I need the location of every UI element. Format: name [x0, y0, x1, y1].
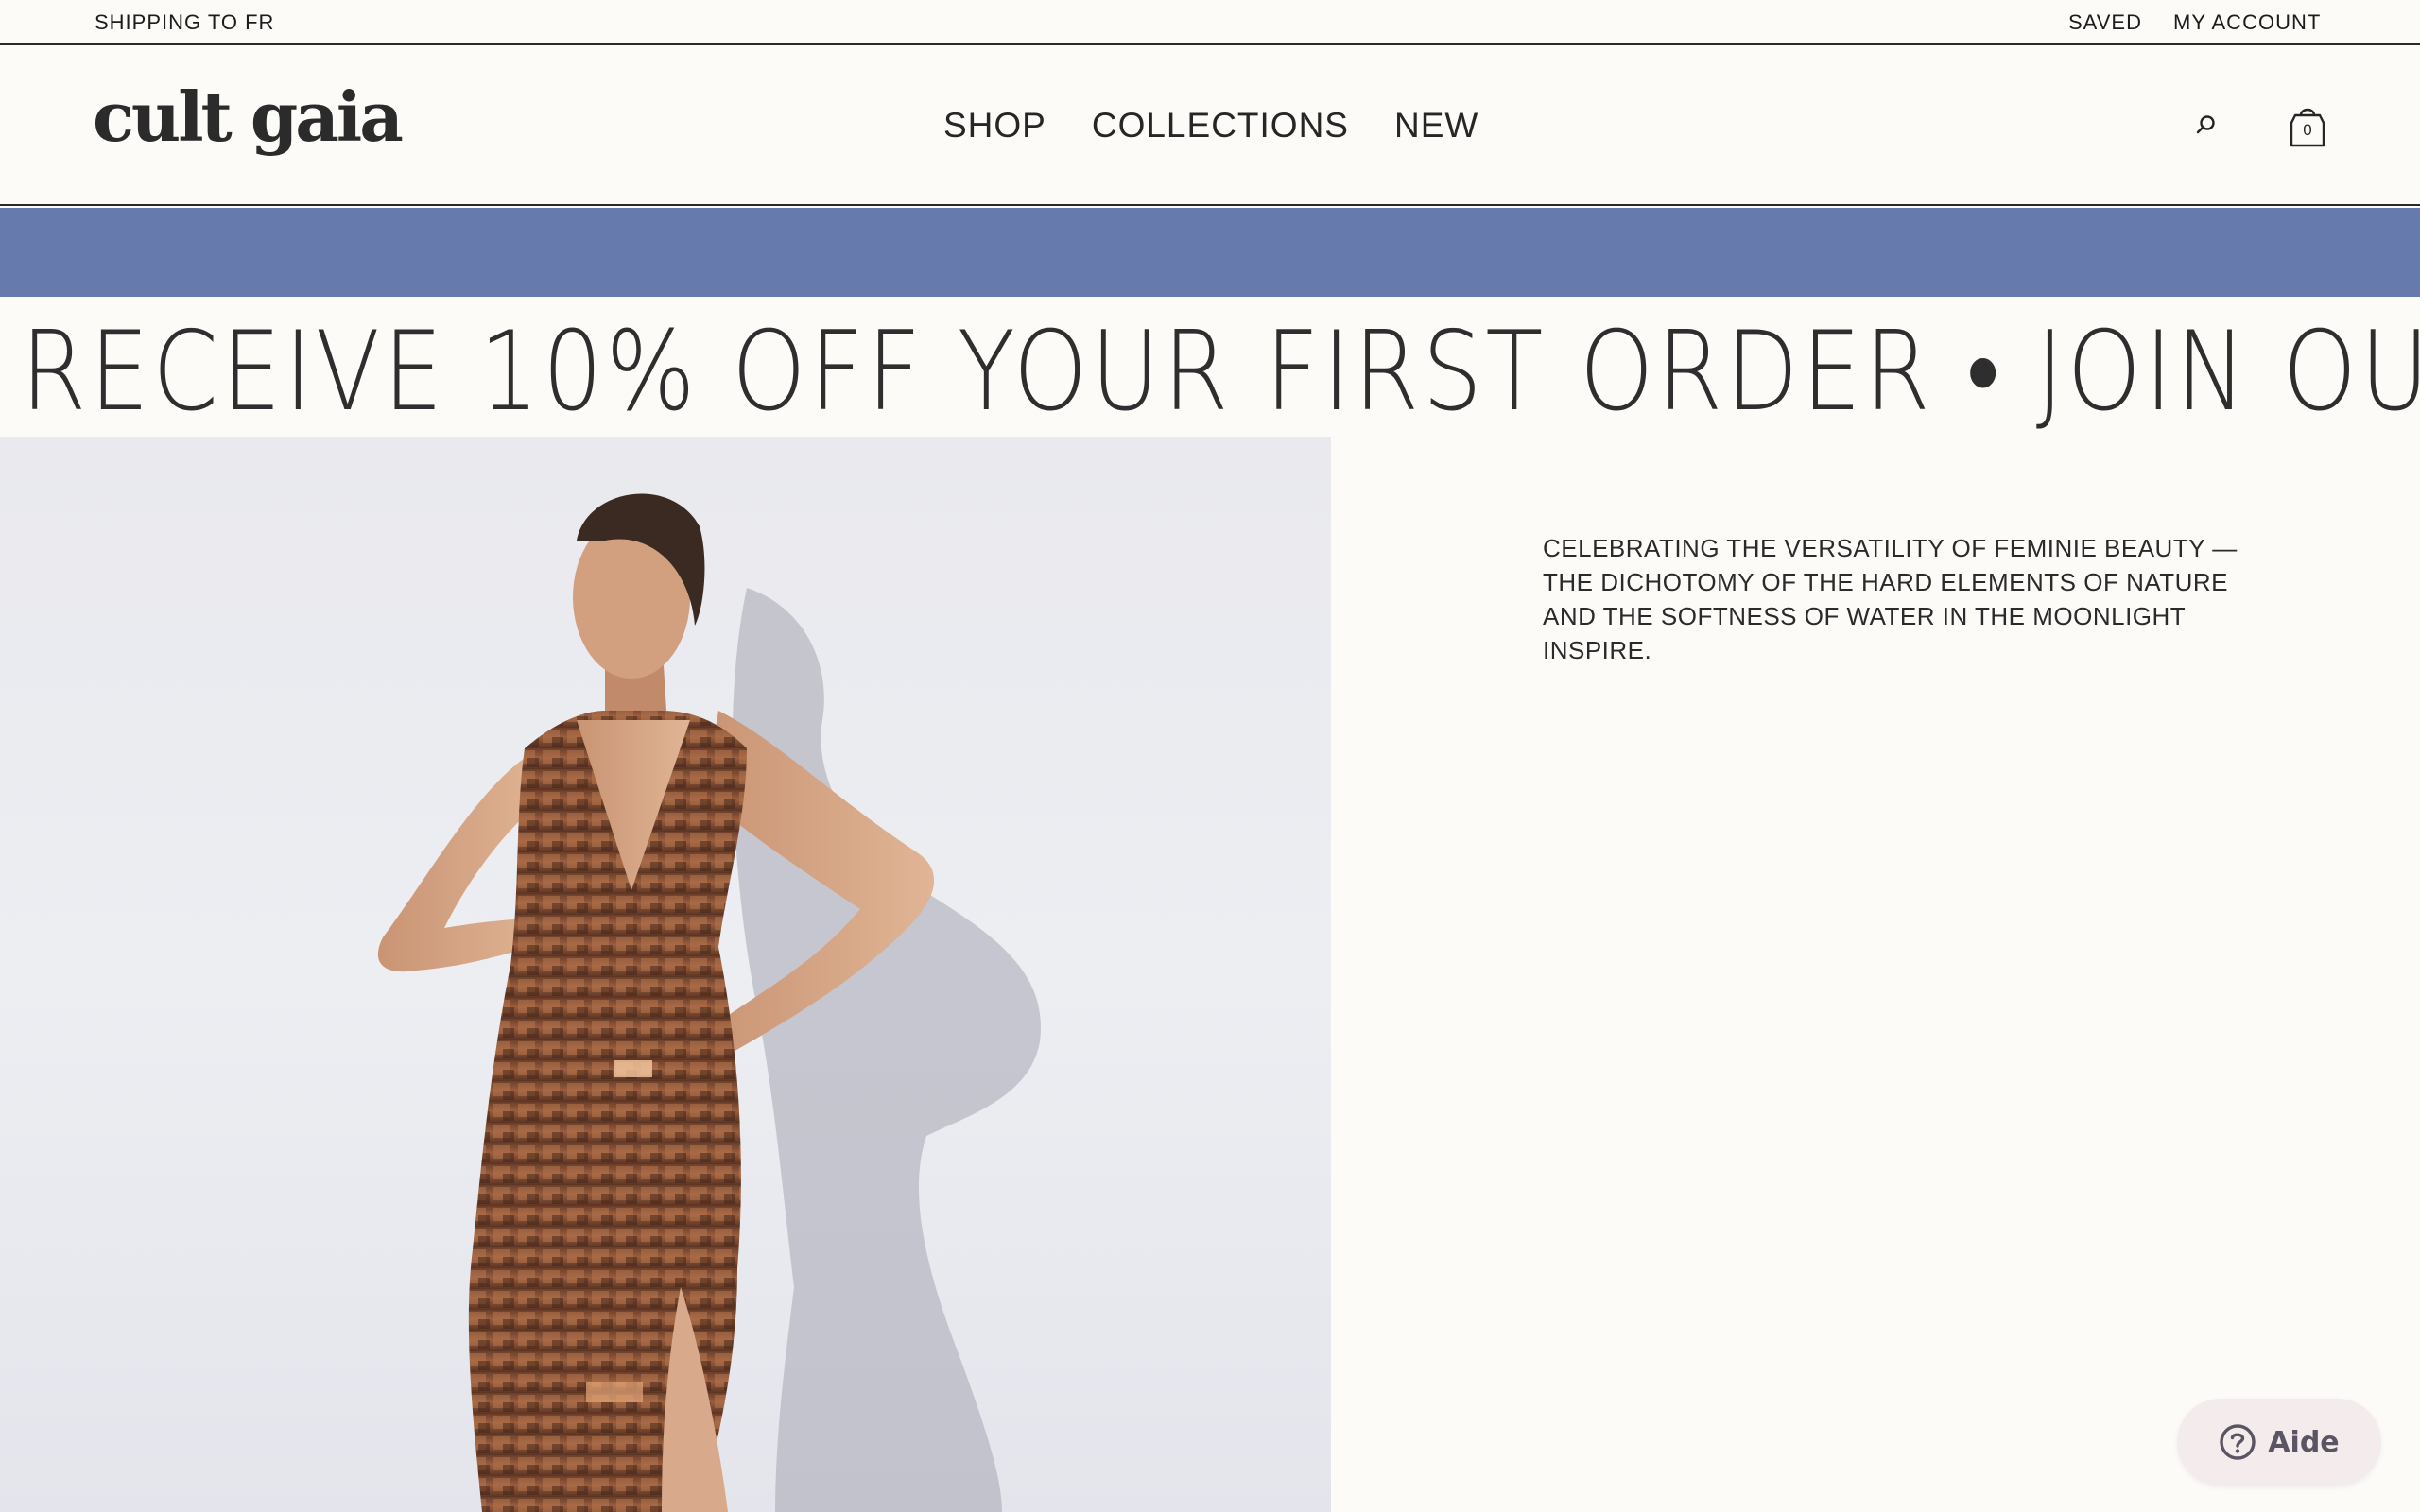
hero-description: CELEBRATING THE VERSATILITY OF FEMINIE B… [1543, 534, 2238, 664]
search-button[interactable] [2189, 108, 2223, 142]
main-nav: SHOP COLLECTIONS NEW [943, 106, 1478, 146]
logo[interactable]: cult gaia [93, 83, 404, 151]
nav-shop[interactable]: SHOP [943, 106, 1046, 146]
shipping-country[interactable]: SHIPPING TO FR [95, 10, 274, 35]
saved-link[interactable]: SAVED [2068, 10, 2142, 35]
cart-button[interactable]: 0 [2286, 102, 2329, 149]
cart-count: 0 [2303, 121, 2312, 139]
help-button[interactable]: Aide [2177, 1399, 2381, 1486]
utility-bar: SHIPPING TO FR SAVED MY ACCOUNT [0, 0, 2420, 45]
announcement-marquee[interactable]: RECEIVE 10% OFF YOUR FIRST ORDER • JOIN … [0, 297, 2420, 437]
nav-collections[interactable]: COLLECTIONS [1092, 106, 1349, 146]
hero-image [0, 437, 1331, 1512]
promo-strip [0, 208, 2420, 297]
my-account-link[interactable]: MY ACCOUNT [2173, 10, 2321, 35]
question-circle-icon [2220, 1424, 2256, 1460]
model-photo [377, 493, 1041, 1512]
help-label: Aide [2268, 1425, 2340, 1459]
marquee-text: RECEIVE 10% OFF YOUR FIRST ORDER • JOIN … [21, 308, 2420, 436]
site-header: cult gaia SHOP COLLECTIONS NEW 0 [0, 45, 2420, 206]
nav-new[interactable]: NEW [1394, 106, 1478, 146]
search-icon [2196, 115, 2215, 134]
